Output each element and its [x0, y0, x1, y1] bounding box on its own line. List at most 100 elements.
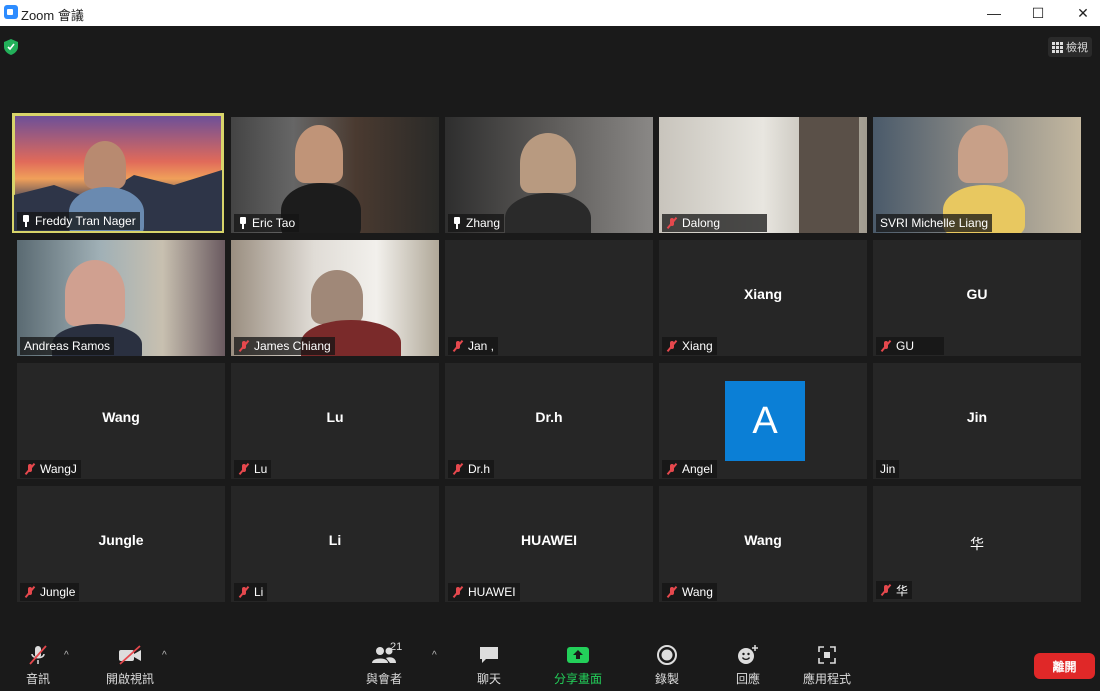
reactions-button-label: 回應 [735, 672, 760, 686]
participant-name-label: Angel [662, 460, 717, 478]
view-button-label: 檢視 [1066, 42, 1088, 54]
participant-name-label: Jin [876, 460, 900, 478]
record-button[interactable]: 錄製 [649, 644, 685, 687]
video-tile[interactable]: SVRI Michelle Liang [873, 117, 1081, 233]
video-tile[interactable]: Wang Wang [659, 486, 867, 602]
minimize-button[interactable]: — [971, 0, 1017, 26]
participant-name-label: Wang [662, 583, 717, 601]
participant-name: Wang [682, 585, 713, 599]
participant-display-name: Wang [102, 409, 140, 425]
participant-name: Dr.h [468, 462, 491, 476]
hanging-jacket [799, 117, 859, 233]
participant-name: James Chiang [254, 339, 331, 353]
video-tile[interactable]: A Angel [659, 363, 867, 479]
video-options-caret-icon[interactable]: ^ [162, 650, 167, 661]
participant-name: Lu [254, 462, 268, 476]
video-tile[interactable]: Zhang [445, 117, 653, 233]
participant-name: Jungle [40, 585, 76, 599]
participant-name-label: James Chiang [234, 337, 335, 355]
video-tile[interactable]: 华 华 [873, 486, 1081, 602]
participant-name-label: Jan , [448, 337, 499, 355]
video-camera-off-icon [119, 645, 141, 665]
mic-muted-icon [238, 463, 250, 475]
title-bar: Zoom 會議 — ☐ ✕ [0, 0, 1100, 26]
participant-display-name: Wang [744, 532, 782, 548]
participant-name: 华 [896, 583, 909, 598]
view-button[interactable]: 檢視 [1048, 37, 1092, 57]
reactions-button[interactable]: 回應 [730, 644, 766, 687]
participants-options-caret-icon[interactable]: ^ [432, 650, 437, 661]
video-tile[interactable]: Jin Jin [873, 363, 1081, 479]
participant-display-name: Jin [966, 409, 988, 425]
audio-button-label: 音訊 [25, 672, 50, 686]
participant-name: WangJ [40, 462, 77, 476]
mic-muted-icon [666, 217, 678, 229]
participant-avatar: A [725, 381, 805, 461]
participant-face [84, 141, 126, 189]
audio-options-caret-icon[interactable]: ^ [64, 650, 69, 661]
participant-name-label: WangJ [20, 460, 81, 478]
participant-face [295, 125, 343, 183]
participant-name-label: SVRI Michelle Liang [876, 214, 993, 232]
participant-display-name: GU [966, 286, 988, 302]
pin-icon [238, 217, 248, 229]
participant-name: Xiang [682, 339, 713, 353]
maximize-button[interactable]: ☐ [1015, 0, 1061, 26]
video-tile[interactable]: Xiang Xiang [659, 240, 867, 356]
start-video-button[interactable]: 開啟視訊 [100, 644, 160, 687]
video-tile[interactable]: Dr.h Dr.h [445, 363, 653, 479]
video-tile[interactable]: Wang WangJ [17, 363, 225, 479]
participant-name: Dalong [682, 216, 721, 230]
window-title: Zoom 會議 [21, 8, 84, 23]
mic-muted-icon [666, 340, 678, 352]
zoom-logo-icon [4, 5, 18, 19]
participant-face [311, 270, 363, 324]
participant-name-label: Freddy Tran Nager [17, 212, 140, 230]
participant-face [65, 260, 125, 326]
leave-meeting-button[interactable]: 離開 [1034, 653, 1095, 679]
participant-name: Jin [880, 462, 896, 476]
participant-face [520, 133, 576, 193]
participants-button[interactable]: 21 與會者 [360, 641, 408, 687]
mic-muted-icon [666, 463, 678, 475]
participant-name: Angel [682, 462, 713, 476]
video-tile[interactable]: GU GU [873, 240, 1081, 356]
participants-count: 21 [390, 641, 403, 653]
close-button[interactable]: ✕ [1060, 0, 1100, 26]
chat-button[interactable]: 聊天 [472, 644, 506, 687]
video-tile[interactable]: Li Li [231, 486, 439, 602]
participant-display-name: Jungle [98, 532, 144, 548]
participant-name-label: Li [234, 583, 268, 601]
apps-icon [818, 646, 836, 664]
participant-body [505, 193, 591, 233]
participant-name-label: Eric Tao [234, 214, 300, 232]
video-tile[interactable]: James Chiang [231, 240, 439, 356]
mic-muted-icon [880, 584, 892, 596]
participant-display-name: Li [328, 532, 342, 548]
share-screen-button[interactable]: 分享畫面 [548, 644, 608, 687]
video-tile[interactable]: Jungle Jungle [17, 486, 225, 602]
pin-icon [452, 217, 462, 229]
share-screen-icon [567, 647, 589, 663]
apps-button[interactable]: 應用程式 [798, 644, 856, 687]
participants-button-label: 與會者 [365, 672, 402, 686]
participant-name-label: GU [876, 337, 944, 355]
video-tile[interactable]: Lu Lu [231, 363, 439, 479]
video-tile[interactable]: Andreas Ramos [17, 240, 225, 356]
participant-name: Jan , [468, 339, 495, 353]
participant-display-name: Xiang [743, 286, 783, 302]
chat-button-label: 聊天 [476, 672, 501, 686]
participant-name: HUAWEI [468, 585, 516, 599]
mic-muted-icon [24, 463, 36, 475]
video-tile[interactable]: Jan , [445, 240, 653, 356]
participant-name-label: Dalong [662, 214, 767, 232]
video-tile[interactable]: Eric Tao [231, 117, 439, 233]
participant-name: SVRI Michelle Liang [880, 216, 989, 230]
video-tile[interactable]: Dalong [659, 117, 867, 233]
video-tile[interactable]: HUAWEI HUAWEI [445, 486, 653, 602]
mic-muted-icon [452, 340, 464, 352]
participant-name-label: Andreas Ramos [20, 337, 115, 355]
security-shield-icon[interactable] [4, 39, 18, 55]
video-tile[interactable]: Freddy Tran Nager [12, 113, 224, 233]
audio-button[interactable]: 音訊 [18, 644, 58, 687]
